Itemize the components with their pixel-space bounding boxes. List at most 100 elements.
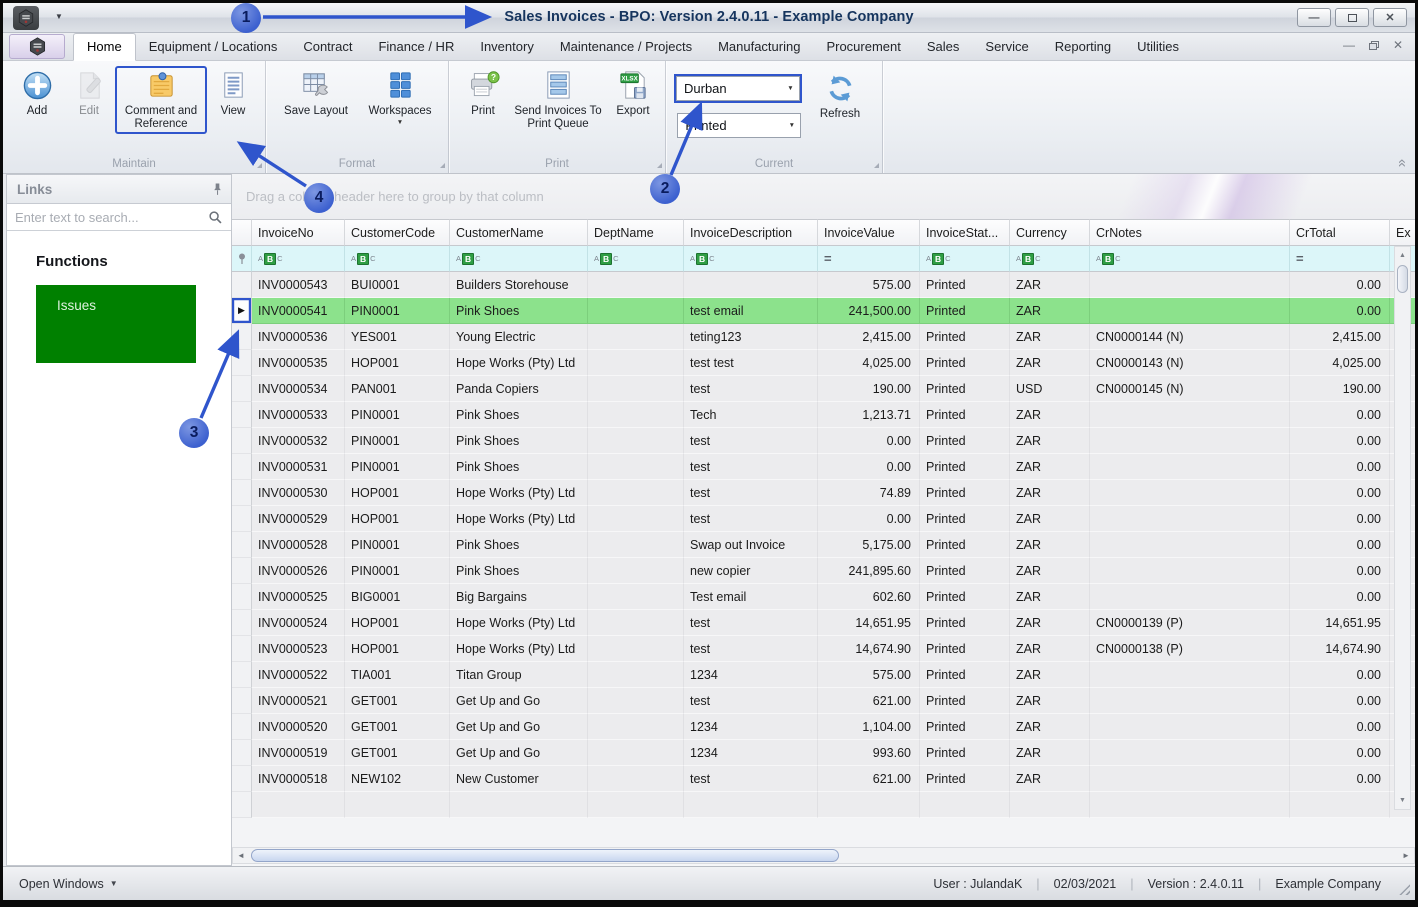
add-button[interactable]: Add (11, 66, 63, 119)
ribbon-close-icon[interactable]: ✕ (1393, 39, 1403, 51)
tab-utilities[interactable]: Utilities (1124, 34, 1192, 60)
close-button[interactable]: ✕ (1373, 8, 1407, 27)
view-button[interactable]: View (207, 66, 259, 119)
horizontal-scroll-thumb[interactable] (251, 849, 839, 862)
filter-cell-invoice-description[interactable]: ABC (684, 246, 818, 272)
invoice-row[interactable]: INV0000530HOP001Hope Works (Pty) Ltdtest… (232, 480, 1415, 506)
filter-cell-cr-total[interactable]: = (1290, 246, 1390, 272)
group-by-bar[interactable]: Drag a column header here to group by th… (232, 174, 1415, 219)
scroll-left-icon[interactable]: ◄ (233, 848, 249, 863)
tab-contract[interactable]: Contract (290, 34, 365, 60)
invoice-row[interactable]: ▶INV0000541PIN0001Pink Shoestest email24… (232, 298, 1415, 324)
refresh-button[interactable]: Refresh (810, 69, 870, 122)
column-header-cr-total[interactable]: CrTotal (1290, 219, 1390, 246)
invoice-row[interactable]: INV0000529HOP001Hope Works (Pty) Ltdtest… (232, 506, 1415, 532)
site-dropdown[interactable]: Durban ▼ (676, 76, 800, 101)
site-dropdown-caret-icon[interactable]: ▼ (782, 85, 799, 92)
invoice-row[interactable]: INV0000531PIN0001Pink Shoestest0.00Print… (232, 454, 1415, 480)
invoice-row[interactable]: INV0000521GET001Get Up and Gotest621.00P… (232, 688, 1415, 714)
invoice-row[interactable]: INV0000518NEW102New Customertest621.00Pr… (232, 766, 1415, 792)
tab-service[interactable]: Service (972, 34, 1041, 60)
filter-cell-customer-name[interactable]: ABC (450, 246, 588, 272)
maintain-dialog-launcher-icon[interactable] (257, 163, 262, 168)
invoice-row[interactable]: INV0000535HOP001Hope Works (Pty) Ltdtest… (232, 350, 1415, 376)
export-button[interactable]: XLSX Export (607, 66, 659, 119)
ribbon-minimize-icon[interactable]: — (1343, 39, 1355, 51)
print-dialog-launcher-icon[interactable] (657, 163, 662, 168)
workspaces-button[interactable]: Workspaces ▼ (358, 66, 442, 126)
filter-cell-invoice-value[interactable]: = (818, 246, 920, 272)
vertical-scroll-thumb[interactable] (1397, 265, 1408, 293)
tab-sales[interactable]: Sales (914, 34, 973, 60)
cell-customer-name: Pink Shoes (450, 558, 588, 584)
column-header-cr-notes[interactable]: CrNotes (1090, 219, 1290, 246)
invoice-row[interactable]: INV0000526PIN0001Pink Shoesnew copier241… (232, 558, 1415, 584)
open-windows-button[interactable]: Open Windows ▼ (19, 877, 118, 891)
status-dropdown[interactable]: Printed ▼ (677, 113, 801, 138)
invoice-row[interactable]: INV0000523HOP001Hope Works (Pty) Ltdtest… (232, 636, 1415, 662)
invoice-row[interactable]: INV0000524HOP001Hope Works (Pty) Ltdtest… (232, 610, 1415, 636)
search-input[interactable] (15, 210, 208, 225)
invoice-row[interactable]: INV0000536YES001Young Electricteting1232… (232, 324, 1415, 350)
invoice-row[interactable]: INV0000528PIN0001Pink ShoesSwap out Invo… (232, 532, 1415, 558)
pin-icon[interactable] (212, 182, 223, 196)
vertical-scrollbar[interactable]: ▲ ▼ (1394, 246, 1411, 810)
current-dialog-launcher-icon[interactable] (874, 163, 879, 168)
column-header-currency[interactable]: Currency (1010, 219, 1090, 246)
ribbon-restore-icon[interactable] (1369, 41, 1379, 50)
workspaces-dropdown-caret-icon: ▼ (397, 121, 403, 125)
column-header-invoice-description[interactable]: InvoiceDescription (684, 219, 818, 246)
resize-grip[interactable] (1395, 880, 1410, 895)
tab-maintenance-projects[interactable]: Maintenance / Projects (547, 34, 705, 60)
filter-cell-row-indicator[interactable] (232, 246, 252, 272)
cell-invoice-value: 241,895.60 (818, 558, 920, 584)
invoice-row[interactable]: INV0000533PIN0001Pink ShoesTech1,213.71P… (232, 402, 1415, 428)
filter-cell-dept-name[interactable]: ABC (588, 246, 684, 272)
maximize-button[interactable] (1335, 8, 1369, 27)
invoice-row[interactable]: INV0000519GET001Get Up and Go1234993.60P… (232, 740, 1415, 766)
edit-button[interactable]: Edit (63, 66, 115, 119)
filter-cell-invoice-no[interactable]: ABC (252, 246, 345, 272)
invoice-row[interactable]: INV0000543BUI0001Builders Storehouse575.… (232, 272, 1415, 298)
minimize-button[interactable]: — (1297, 8, 1331, 27)
save-layout-button[interactable]: Save Layout (274, 66, 358, 119)
invoice-row[interactable]: INV0000532PIN0001Pink Shoestest0.00Print… (232, 428, 1415, 454)
invoice-row[interactable]: INV0000522TIA001Titan Group1234575.00Pri… (232, 662, 1415, 688)
scroll-down-icon[interactable]: ▼ (1395, 793, 1410, 808)
column-header-row-indicator[interactable] (232, 219, 252, 246)
comment-and-reference-button[interactable]: Comment and Reference (115, 66, 207, 134)
invoice-row[interactable]: INV0000534PAN001Panda Copierstest190.00P… (232, 376, 1415, 402)
tab-inventory[interactable]: Inventory (467, 34, 546, 60)
column-header-invoice-no[interactable]: InvoiceNo (252, 219, 345, 246)
tab-home[interactable]: Home (73, 33, 136, 61)
cell-customer-code: PAN001 (345, 376, 450, 402)
tab-equipment-locations[interactable]: Equipment / Locations (136, 34, 291, 60)
tab-reporting[interactable]: Reporting (1042, 34, 1124, 60)
print-button[interactable]: ? Print (457, 66, 509, 119)
column-header-dept-name[interactable]: DeptName (588, 219, 684, 246)
column-header-invoice-status[interactable]: InvoiceStat... (920, 219, 1010, 246)
column-header-ex[interactable]: Ex (1390, 219, 1415, 246)
column-header-invoice-value[interactable]: InvoiceValue (818, 219, 920, 246)
filter-cell-customer-code[interactable]: ABC (345, 246, 450, 272)
column-header-customer-code[interactable]: CustomerCode (345, 219, 450, 246)
format-dialog-launcher-icon[interactable] (440, 163, 445, 168)
function-item-issues[interactable]: Issues (36, 285, 196, 363)
column-header-customer-name[interactable]: CustomerName (450, 219, 588, 246)
application-menu-button[interactable] (9, 34, 65, 59)
filter-cell-currency[interactable]: ABC (1010, 246, 1090, 272)
horizontal-scrollbar[interactable]: ◄ ► (232, 847, 1415, 864)
invoice-row[interactable]: INV0000520GET001Get Up and Go12341,104.0… (232, 714, 1415, 740)
invoice-row[interactable]: INV0000525BIG0001Big BargainsTest email6… (232, 584, 1415, 610)
tab-procurement[interactable]: Procurement (813, 34, 913, 60)
ribbon-collapse-icon[interactable]: « (1396, 159, 1408, 167)
tab-finance-hr[interactable]: Finance / HR (365, 34, 467, 60)
scroll-up-icon[interactable]: ▲ (1395, 248, 1410, 263)
scroll-right-icon[interactable]: ► (1398, 848, 1414, 863)
send-invoices-to-print-queue-button[interactable]: Send Invoices To Print Queue (509, 66, 607, 132)
tab-manufacturing[interactable]: Manufacturing (705, 34, 813, 60)
status-dropdown-caret-icon[interactable]: ▼ (783, 122, 800, 129)
filter-cell-cr-notes[interactable]: ABC (1090, 246, 1290, 272)
filter-cell-invoice-status[interactable]: ABC (920, 246, 1010, 272)
search-icon[interactable] (208, 210, 223, 225)
